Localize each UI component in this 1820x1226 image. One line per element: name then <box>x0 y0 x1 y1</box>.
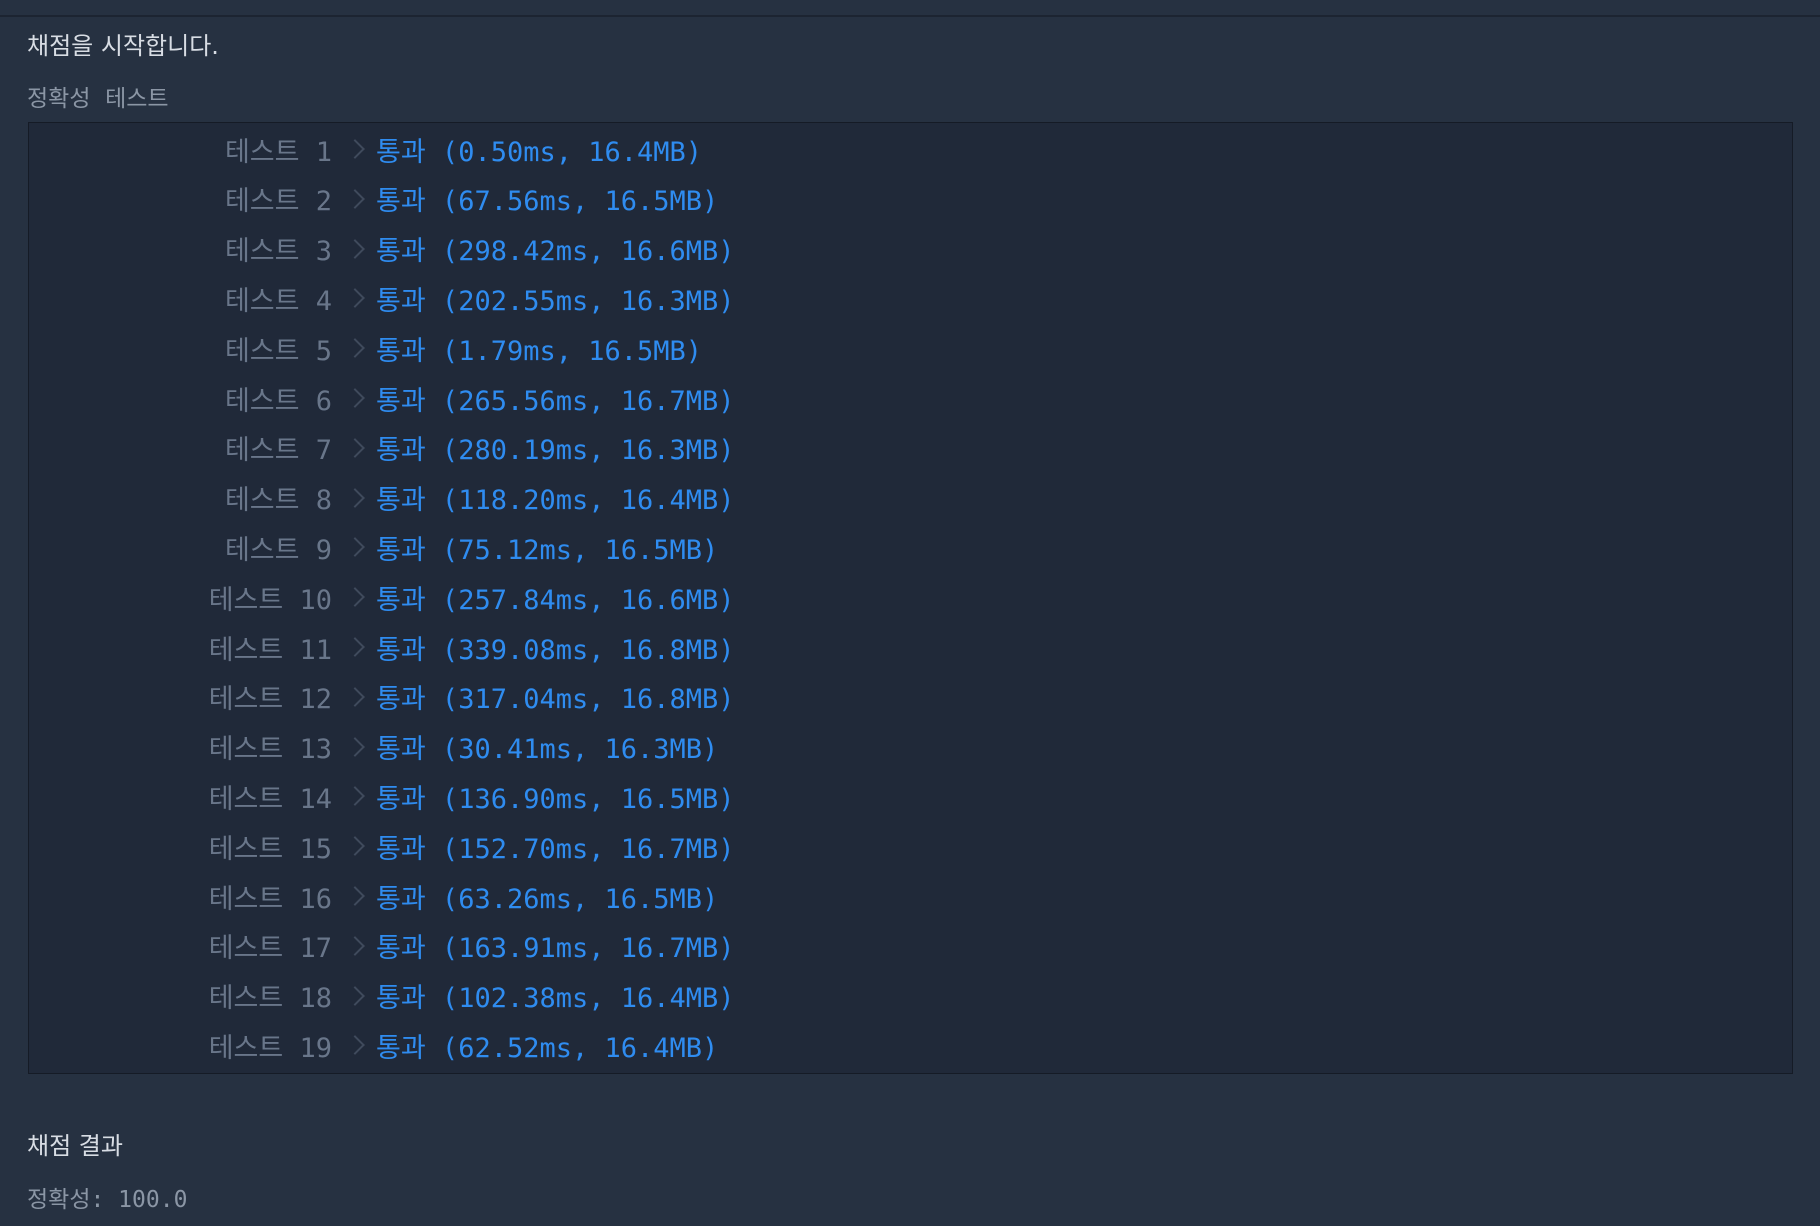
test-row: 테스트 8 통과 (118.20ms, 16.4MB) <box>29 473 1792 523</box>
chevron-right-icon <box>350 240 368 258</box>
test-label: 테스트 8 <box>224 485 332 517</box>
test-row: 테스트 1 통과 (0.50ms, 16.4MB) <box>29 124 1792 174</box>
test-result: 통과 (67.56ms, 16.5MB) <box>376 186 719 218</box>
test-result: 통과 (1.79ms, 16.5MB) <box>376 335 703 367</box>
test-result: 통과 (118.20ms, 16.4MB) <box>376 485 735 517</box>
chevron-right-icon <box>350 289 368 307</box>
test-label: 테스트 14 <box>208 783 332 815</box>
test-row: 테스트 15 통과 (152.70ms, 16.7MB) <box>29 821 1792 871</box>
test-results-panel: 테스트 1 통과 (0.50ms, 16.4MB) 테스트 2 통과 (67.56ms… <box>28 122 1793 1074</box>
test-row: 테스트 7 통과 (280.19ms, 16.3MB) <box>29 423 1792 473</box>
test-result: 통과 (298.42ms, 16.6MB) <box>376 236 735 268</box>
chevron-right-icon <box>350 588 368 606</box>
chevron-right-icon <box>350 887 368 905</box>
chevron-right-icon <box>350 489 368 507</box>
test-row: 테스트 11 통과 (339.08ms, 16.8MB) <box>29 622 1792 672</box>
section-title: 정확성 테스트 <box>27 86 169 112</box>
test-row: 테스트 16 통과 (63.26ms, 16.5MB) <box>29 871 1792 921</box>
test-label: 테스트 17 <box>208 933 332 965</box>
test-label: 테스트 11 <box>208 634 332 666</box>
test-label: 테스트 2 <box>224 186 332 218</box>
chevron-right-icon <box>350 1036 368 1054</box>
test-result: 통과 (265.56ms, 16.7MB) <box>376 385 735 417</box>
test-row: 테스트 3 통과 (298.42ms, 16.6MB) <box>29 224 1792 274</box>
test-row: 테스트 4 통과 (202.55ms, 16.3MB) <box>29 273 1792 323</box>
test-label: 테스트 9 <box>224 534 332 566</box>
test-row: 테스트 19 통과 (62.52ms, 16.4MB) <box>29 1020 1792 1070</box>
grading-result-title: 채점 결과 <box>27 1132 123 1160</box>
test-row: 테스트 10 통과 (257.84ms, 16.6MB) <box>29 572 1792 622</box>
test-row: 테스트 14 통과 (136.90ms, 16.5MB) <box>29 771 1792 821</box>
chevron-right-icon <box>350 439 368 457</box>
chevron-right-icon <box>350 688 368 706</box>
test-label: 테스트 7 <box>224 435 332 467</box>
test-label: 테스트 16 <box>208 883 332 915</box>
chevron-right-icon <box>350 140 368 158</box>
test-result: 통과 (163.91ms, 16.7MB) <box>376 933 735 965</box>
chevron-right-icon <box>350 987 368 1005</box>
accuracy-score: 정확성: 100.0 <box>27 1187 188 1213</box>
chevron-right-icon <box>350 787 368 805</box>
test-label: 테스트 3 <box>224 236 332 268</box>
chevron-right-icon <box>350 638 368 656</box>
test-result: 통과 (30.41ms, 16.3MB) <box>376 734 719 766</box>
test-result: 통과 (0.50ms, 16.4MB) <box>376 136 703 168</box>
test-label: 테스트 19 <box>208 1032 332 1064</box>
test-label: 테스트 4 <box>224 285 332 317</box>
chevron-right-icon <box>350 190 368 208</box>
test-result: 통과 (339.08ms, 16.8MB) <box>376 634 735 666</box>
test-result: 통과 (202.55ms, 16.3MB) <box>376 285 735 317</box>
test-result: 통과 (152.70ms, 16.7MB) <box>376 833 735 865</box>
chevron-right-icon <box>350 538 368 556</box>
test-result: 통과 (75.12ms, 16.5MB) <box>376 534 719 566</box>
test-row: 테스트 5 통과 (1.79ms, 16.5MB) <box>29 323 1792 373</box>
test-result: 통과 (102.38ms, 16.4MB) <box>376 983 735 1015</box>
test-row: 테스트 6 통과 (265.56ms, 16.7MB) <box>29 373 1792 423</box>
test-row: 테스트 2 통과 (67.56ms, 16.5MB) <box>29 174 1792 224</box>
test-row: 테스트 13 통과 (30.41ms, 16.3MB) <box>29 722 1792 772</box>
test-result: 통과 (280.19ms, 16.3MB) <box>376 435 735 467</box>
test-row: 테스트 9 통과 (75.12ms, 16.5MB) <box>29 522 1792 572</box>
test-row: 테스트 12 통과 (317.04ms, 16.8MB) <box>29 672 1792 722</box>
test-label: 테스트 18 <box>208 983 332 1015</box>
chevron-right-icon <box>350 389 368 407</box>
test-result: 통과 (136.90ms, 16.5MB) <box>376 783 735 815</box>
test-label: 테스트 15 <box>208 833 332 865</box>
start-message: 채점을 시작합니다. <box>27 32 219 60</box>
test-label: 테스트 6 <box>224 385 332 417</box>
test-result: 통과 (63.26ms, 16.5MB) <box>376 883 719 915</box>
test-label: 테스트 13 <box>208 734 332 766</box>
chevron-right-icon <box>350 738 368 756</box>
top-bar <box>0 0 1820 17</box>
test-label: 테스트 12 <box>208 684 332 716</box>
test-label: 테스트 10 <box>208 584 332 616</box>
chevron-right-icon <box>350 339 368 357</box>
test-result: 통과 (317.04ms, 16.8MB) <box>376 684 735 716</box>
test-result: 통과 (257.84ms, 16.6MB) <box>376 584 735 616</box>
chevron-right-icon <box>350 837 368 855</box>
test-result: 통과 (62.52ms, 16.4MB) <box>376 1032 719 1064</box>
test-label: 테스트 5 <box>224 335 332 367</box>
test-label: 테스트 1 <box>224 136 332 168</box>
test-row: 테스트 18 통과 (102.38ms, 16.4MB) <box>29 971 1792 1021</box>
test-row: 테스트 17 통과 (163.91ms, 16.7MB) <box>29 921 1792 971</box>
chevron-right-icon <box>350 937 368 955</box>
